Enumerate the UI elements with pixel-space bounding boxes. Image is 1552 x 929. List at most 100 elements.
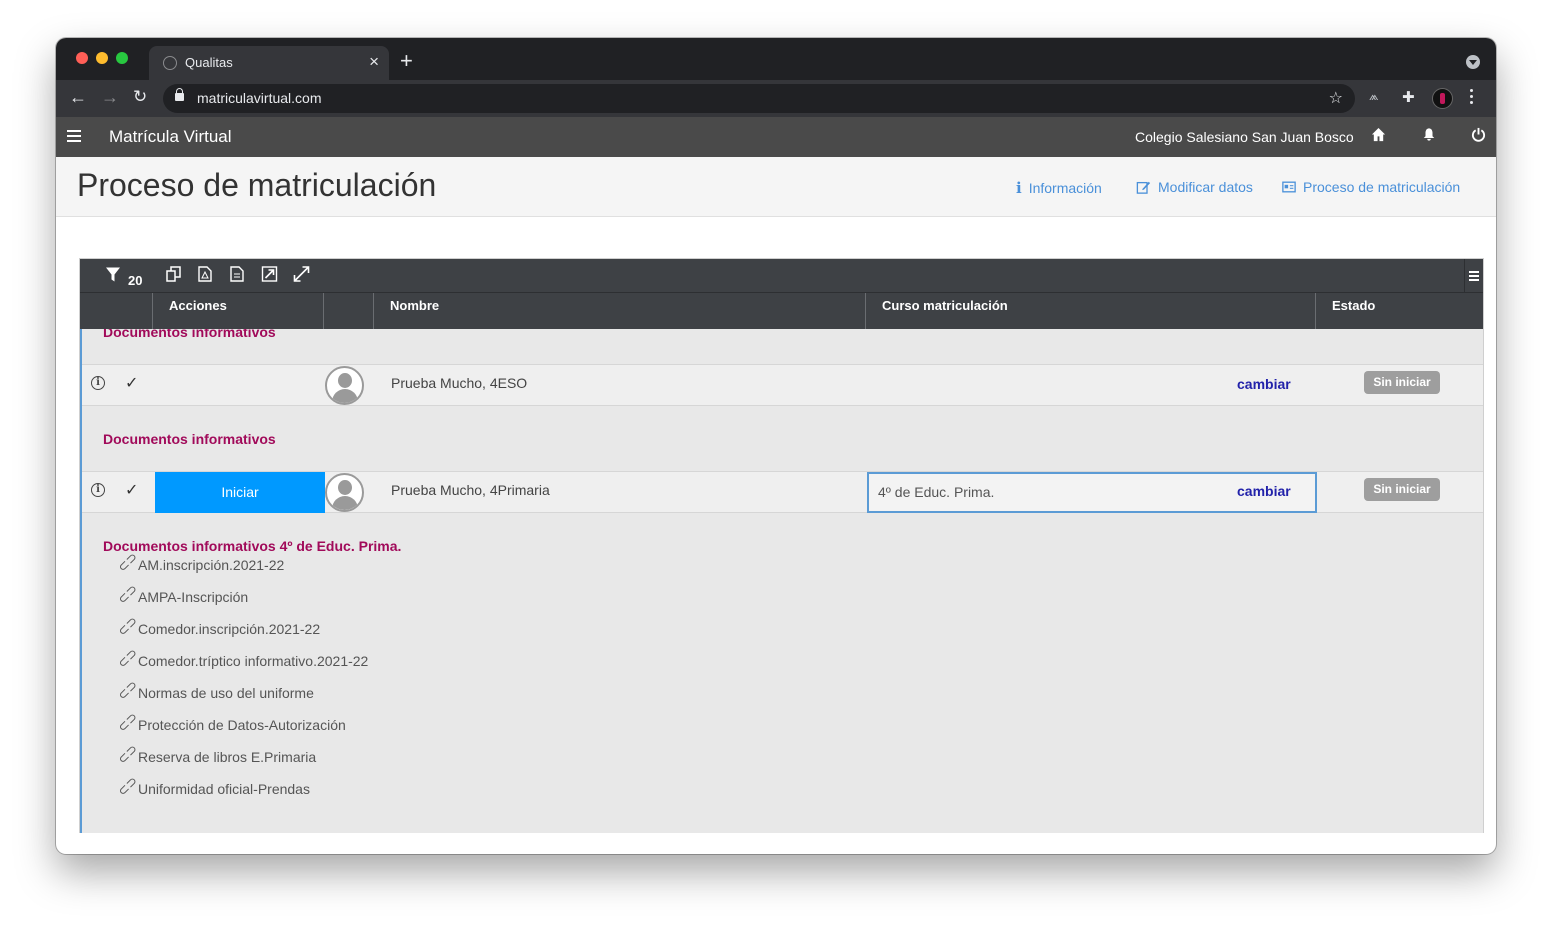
- cambiar-link[interactable]: cambiar: [1237, 376, 1291, 392]
- header-acciones[interactable]: Acciones: [153, 293, 324, 329]
- minimize-window-button[interactable]: [96, 52, 108, 64]
- cambiar-link[interactable]: cambiar: [1237, 483, 1291, 499]
- status-badge: Sin iniciar: [1364, 478, 1440, 501]
- power-icon[interactable]: [1471, 127, 1486, 142]
- url-text: matriculavirtual.com: [197, 90, 322, 106]
- reload-icon[interactable]: ↻: [133, 87, 147, 107]
- browser-window: Qualitas × + ← → ↻ matriculavirtual.com …: [56, 38, 1496, 854]
- list-item[interactable]: ⊂⊃ AMPA-Inscripción: [114, 581, 368, 621]
- globe-icon: [163, 56, 177, 70]
- grid-menu-icon[interactable]: [1464, 259, 1483, 293]
- maximize-window-button[interactable]: [116, 52, 128, 64]
- document-list: ⊂⊃ AM.inscripción.2021-22 ⊂⊃ AMPA-Inscripc…: [114, 549, 368, 813]
- new-tab-button[interactable]: +: [400, 48, 413, 74]
- header-empty-2: [324, 293, 374, 329]
- expand-icon[interactable]: [293, 266, 310, 282]
- back-arrow-icon[interactable]: ←: [69, 87, 87, 108]
- header-acciones-label: Acciones: [169, 298, 227, 313]
- link-icon: ⊂⊃: [114, 580, 141, 607]
- iniciar-button[interactable]: Iniciar: [155, 472, 325, 513]
- student-name: Prueba Mucho, 4ESO: [391, 375, 528, 391]
- avatar: [325, 366, 364, 405]
- list-item[interactable]: ⊂⊃ Uniformidad oficial-Prendas: [114, 773, 368, 813]
- section-label: Documentos informativos: [103, 329, 276, 340]
- home-icon[interactable]: [1371, 127, 1386, 142]
- list-item[interactable]: ⊂⊃ Comedor.inscripción.2021-22: [114, 613, 368, 653]
- modificar-datos-link[interactable]: Modificar datos: [1136, 179, 1253, 195]
- document-link[interactable]: Uniformidad oficial-Prendas: [138, 781, 310, 797]
- header-estado[interactable]: Estado: [1316, 293, 1483, 329]
- page-title: Proceso de matriculación: [77, 167, 437, 203]
- info-circle-icon[interactable]: i: [91, 376, 105, 390]
- close-window-button[interactable]: [76, 52, 88, 64]
- informacion-link-label: Información: [1028, 180, 1102, 196]
- list-item[interactable]: ⊂⊃ Comedor.tríptico informativo.2021-22: [114, 645, 368, 685]
- checkmark-icon[interactable]: ✓: [125, 373, 138, 393]
- document-link[interactable]: Normas de uso del uniforme: [138, 685, 314, 701]
- hamburger-menu-icon[interactable]: [67, 130, 81, 145]
- document-link[interactable]: AM.inscripción.2021-22: [138, 557, 284, 573]
- header-empty-1: [80, 293, 153, 329]
- tab-search-icon[interactable]: [1466, 55, 1480, 69]
- link-icon: ⊂⊃: [114, 772, 141, 799]
- grid-header: Acciones Nombre Curso matriculación Esta…: [80, 293, 1483, 329]
- proceso-matriculacion-link[interactable]: Proceso de matriculación: [1282, 179, 1460, 195]
- filter-icon[interactable]: [105, 266, 121, 283]
- forward-arrow-icon[interactable]: →: [101, 87, 119, 108]
- tab-strip: Qualitas × +: [56, 38, 1496, 80]
- close-tab-icon[interactable]: ×: [369, 52, 379, 72]
- edit-icon: [1136, 181, 1151, 194]
- info-icon: i: [1016, 179, 1022, 197]
- document-link[interactable]: Comedor.inscripción.2021-22: [138, 621, 320, 637]
- window-controls: [76, 52, 128, 64]
- status-badge: Sin iniciar: [1364, 371, 1440, 394]
- info-circle-icon[interactable]: i: [91, 483, 105, 497]
- document-icon[interactable]: [230, 266, 244, 282]
- bookmark-star-icon[interactable]: ☆: [1329, 88, 1343, 108]
- profile-avatar-icon[interactable]: [1432, 88, 1453, 109]
- extension-mountain-icon[interactable]: ⩕: [1369, 89, 1378, 104]
- app-header: Matrícula Virtual Colegio Salesiano San …: [56, 117, 1496, 157]
- list-item[interactable]: ⊂⊃ Protección de Datos-Autorización: [114, 709, 368, 749]
- link-icon: ⊂⊃: [114, 612, 141, 639]
- list-item[interactable]: ⊂⊃ Normas de uso del uniforme: [114, 677, 368, 717]
- link-icon: ⊂⊃: [114, 548, 141, 575]
- id-card-icon: [1282, 181, 1296, 193]
- app-title[interactable]: Matrícula Virtual: [109, 127, 232, 147]
- copy-icon[interactable]: [166, 266, 182, 282]
- header-curso-label: Curso matriculación: [882, 298, 1008, 313]
- puzzle-extensions-icon[interactable]: ✚: [1402, 88, 1415, 106]
- lock-icon: [175, 88, 184, 101]
- export-icon[interactable]: [261, 266, 278, 282]
- section-label: Documentos informativos: [103, 431, 276, 447]
- grid-body: Documentos informativos i ✓ Prueba Mucho…: [80, 329, 1483, 833]
- link-icon: ⊂⊃: [114, 644, 141, 671]
- document-link[interactable]: Reserva de libros E.Primaria: [138, 749, 316, 765]
- list-item[interactable]: ⊂⊃ Reserva de libros E.Primaria: [114, 741, 368, 781]
- table-row[interactable]: i ✓ Iniciar Prueba Mucho, 4Primaria 4º d…: [82, 471, 1483, 513]
- browser-menu-icon[interactable]: [1470, 89, 1474, 107]
- proceso-matriculacion-link-label: Proceso de matriculación: [1303, 179, 1461, 195]
- document-link[interactable]: Protección de Datos-Autorización: [138, 717, 346, 733]
- document-link[interactable]: Comedor.tríptico informativo.2021-22: [138, 653, 368, 669]
- table-row[interactable]: i ✓ Prueba Mucho, 4ESO cambiar Sin inici…: [82, 364, 1483, 406]
- page-header: Proceso de matriculación i Información M…: [56, 157, 1496, 217]
- section-label: Documentos informativos 4º de Educ. Prim…: [103, 538, 402, 554]
- pdf-icon[interactable]: [198, 266, 212, 282]
- list-item[interactable]: ⊂⊃ AM.inscripción.2021-22: [114, 549, 368, 589]
- header-curso[interactable]: Curso matriculación: [866, 293, 1316, 329]
- browser-tab[interactable]: Qualitas ×: [149, 46, 389, 80]
- curso-value: 4º de Educ. Prima.: [878, 484, 995, 500]
- school-name: Colegio Salesiano San Juan Bosco: [1135, 129, 1354, 145]
- header-nombre[interactable]: Nombre: [374, 293, 866, 329]
- bell-icon[interactable]: [1422, 127, 1436, 142]
- informacion-link[interactable]: i Información: [1016, 179, 1102, 197]
- filter-count: 20: [128, 273, 143, 288]
- link-icon: ⊂⊃: [114, 676, 141, 703]
- header-nombre-label: Nombre: [390, 298, 440, 313]
- header-estado-label: Estado: [1332, 298, 1376, 313]
- student-name: Prueba Mucho, 4Primaria: [391, 482, 550, 498]
- address-bar[interactable]: matriculavirtual.com ☆: [163, 84, 1355, 113]
- checkmark-icon[interactable]: ✓: [125, 480, 138, 500]
- document-link[interactable]: AMPA-Inscripción: [138, 589, 248, 605]
